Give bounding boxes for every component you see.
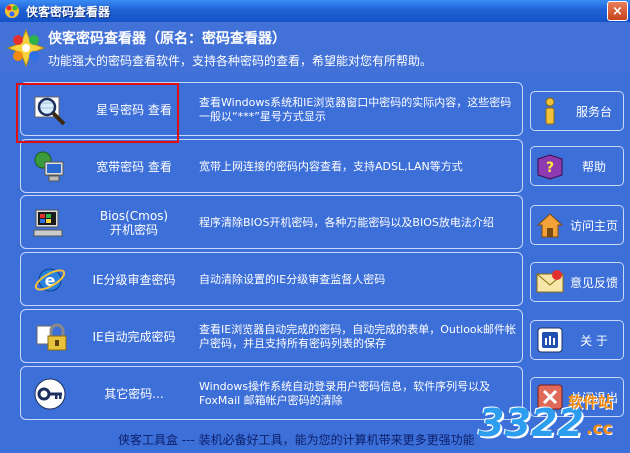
- feature-bios-password[interactable]: Bios(Cmos) 开机密码 程序清除BIOS开机密码，各种万能密码以及BIO…: [20, 195, 523, 249]
- feature-description: 自动清除设置的IE分级审查监督人密码: [199, 273, 386, 286]
- svg-text:?: ?: [546, 160, 554, 176]
- info-icon: [545, 97, 555, 125]
- app-icon: [5, 4, 19, 18]
- feature-ie-autocomplete-password[interactable]: IE自动完成密码 查看IE浏览器自动完成的密码，自动完成的表单，Outlook邮…: [20, 309, 523, 363]
- about-button[interactable]: 关 于: [530, 320, 624, 360]
- visit-homepage-button[interactable]: 访问主页: [530, 205, 624, 245]
- header-title: 侠客密码查看器（原名：密码查看器）: [48, 31, 286, 47]
- about-icon: [537, 327, 563, 353]
- watermark-site-name: 软件站: [568, 393, 614, 411]
- feature-label: 其它密码...: [104, 387, 164, 401]
- help-book-icon: ?: [537, 154, 563, 180]
- feature-description: 宽带上网连接的密码内容查看，支持ADSL,LAN等方式: [199, 160, 463, 173]
- header-subtitle: 功能强大的密码查看软件，支持各种密码的查看，希望能对您有所帮助。: [48, 54, 433, 68]
- service-desk-button[interactable]: 服务台: [530, 91, 624, 131]
- feature-ie-rating-password[interactable]: e IE分级审查密码 自动清除设置的IE分级审查监督人密码: [20, 252, 523, 306]
- feature-label: Bios(Cmos) 开机密码: [99, 209, 169, 237]
- feedback-button[interactable]: 意见反馈: [530, 262, 624, 302]
- ie-icon: e: [34, 268, 66, 292]
- window-title: 侠客密码查看器: [26, 4, 111, 19]
- envelope-icon: [536, 270, 564, 293]
- watermark-domain: .cc: [586, 419, 613, 439]
- lock-icon: [36, 323, 67, 351]
- help-button[interactable]: ? 帮助: [530, 146, 624, 186]
- feature-label: 宽带密码 查看: [96, 160, 172, 174]
- key-icon: [34, 378, 66, 410]
- sidebar-button-label: 意见反馈: [569, 275, 618, 290]
- sidebar-button-label: 关 于: [580, 333, 608, 348]
- feature-description: 查看IE浏览器自动完成的密码，自动完成的表单，Outlook邮件帐户密码，并且支…: [199, 323, 517, 350]
- sidebar-button-label: 帮助: [581, 159, 606, 174]
- sidebar-button-label: 服务台: [575, 104, 612, 119]
- sidebar-button-label: 访问主页: [569, 218, 618, 233]
- selection-highlight: [16, 83, 179, 143]
- window-close-button[interactable]: ×: [607, 1, 628, 21]
- bios-computer-icon: [33, 209, 63, 237]
- feature-other-passwords[interactable]: 其它密码... Windows操作系统自动登录用户密码信息，软件序列号以及Fox…: [20, 366, 523, 420]
- feature-description: 查看Windows系统和IE浏览器窗口中密码的实际内容，这些密码一般以“***”…: [199, 96, 512, 123]
- feature-broadband-password[interactable]: 宽带密码 查看 宽带上网连接的密码内容查看，支持ADSL,LAN等方式: [20, 139, 523, 193]
- home-icon: [536, 213, 564, 238]
- feature-description: 程序清除BIOS开机密码，各种万能密码以及BIOS放电法介绍: [199, 216, 494, 229]
- site-watermark: 3322 软件站 .cc: [470, 383, 630, 453]
- app-logo-icon: [6, 28, 46, 68]
- network-computer-icon: [34, 151, 64, 182]
- footer-text: 侠客工具盒 --- 装机必备好工具，能为您的计算机带来更多更强功能: [118, 432, 475, 447]
- feature-label: IE分级审查密码: [92, 273, 176, 287]
- feature-label: IE自动完成密码: [92, 330, 176, 344]
- app-header: 侠客密码查看器（原名：密码查看器） 功能强大的密码查看软件，支持各种密码的查看，…: [0, 22, 630, 72]
- title-bar: 侠客密码查看器 ×: [0, 0, 630, 22]
